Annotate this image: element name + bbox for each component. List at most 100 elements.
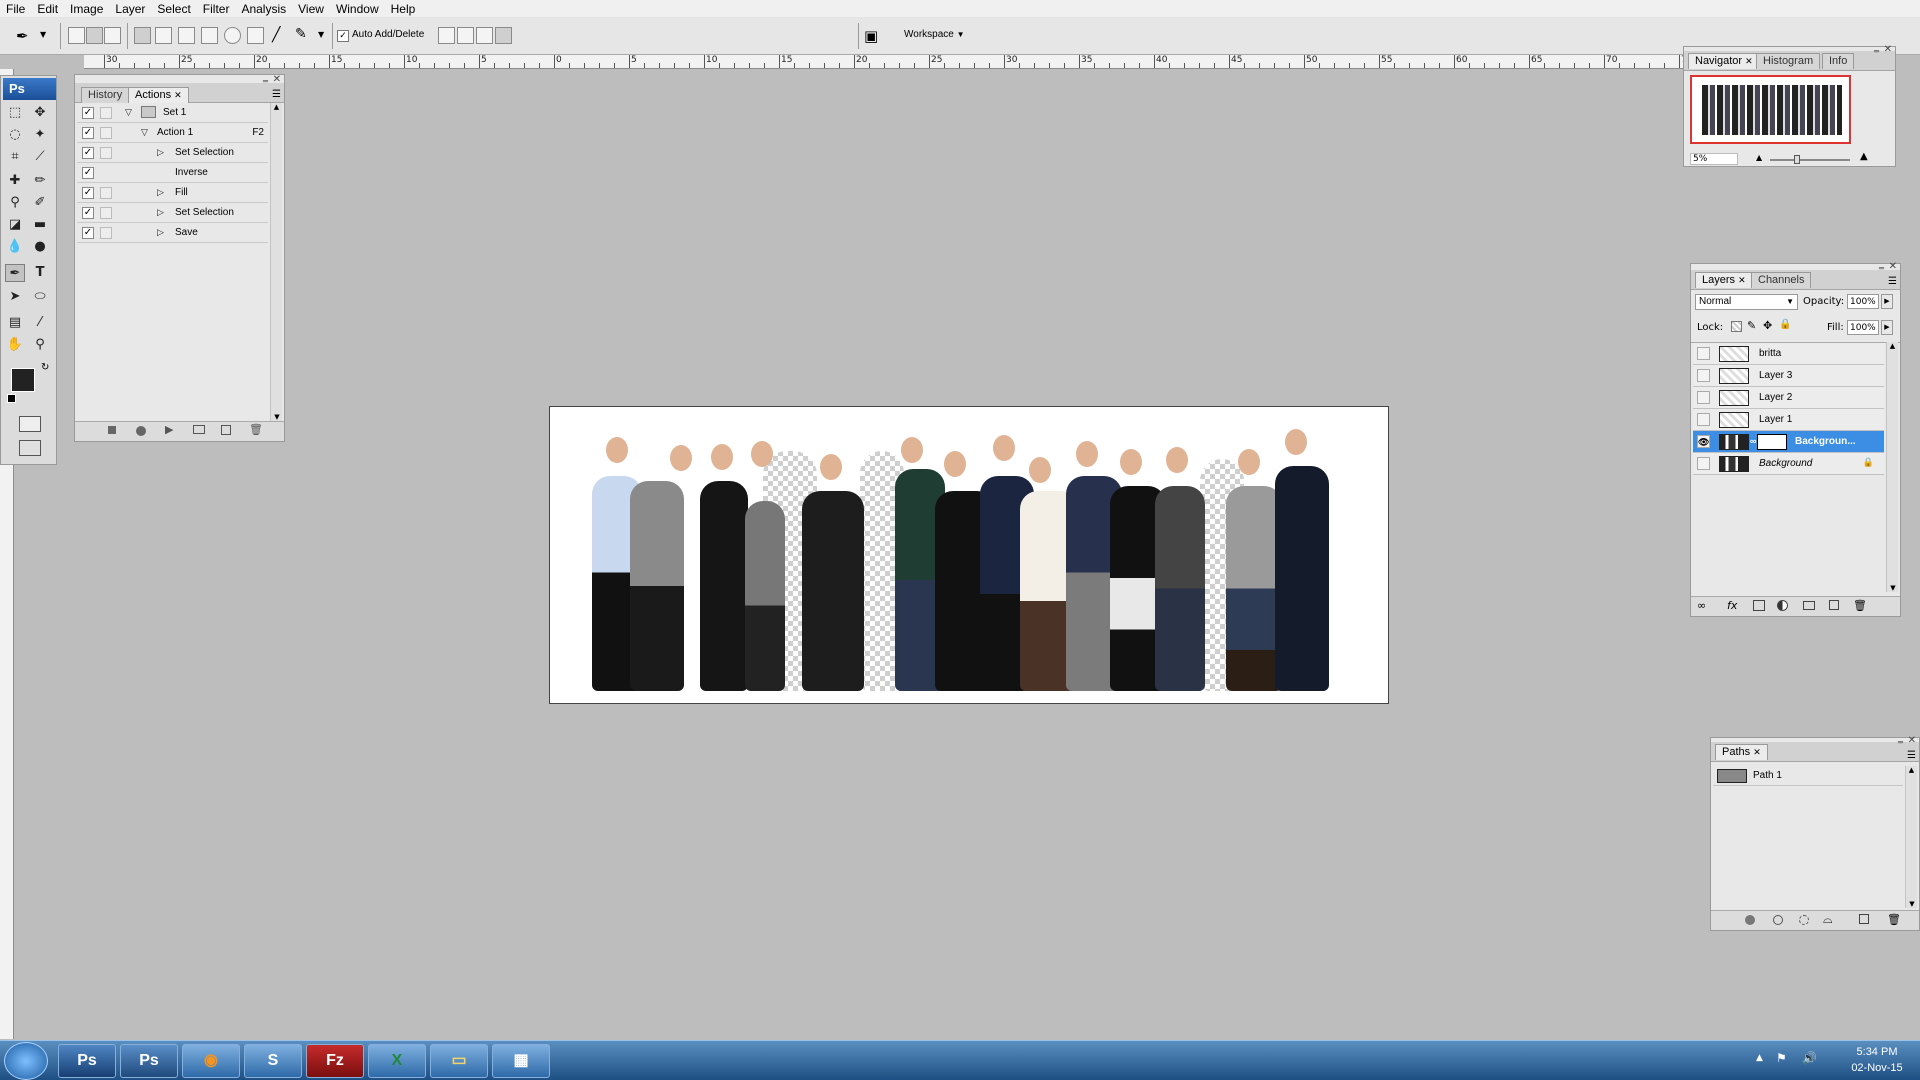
zoom-slider-handle[interactable] xyxy=(1794,155,1800,164)
lasso-tool-icon[interactable]: ◌ xyxy=(5,126,25,144)
new-set-icon[interactable] xyxy=(193,425,205,434)
fill-field[interactable]: 100% xyxy=(1847,320,1879,335)
pen-tool-button[interactable] xyxy=(134,27,151,44)
link-layers-icon[interactable]: ∞ xyxy=(1697,599,1706,612)
ellipse-shape-icon[interactable]: ⬭ xyxy=(30,288,50,306)
action-toggle-checkbox[interactable]: ✓ xyxy=(82,147,94,159)
action-toggle-checkbox[interactable]: ✓ xyxy=(82,187,94,199)
path-exclude-button[interactable] xyxy=(495,27,512,44)
paths-mode-button[interactable] xyxy=(86,27,103,44)
layer-row[interactable]: 👁 ∞ Backgroun... xyxy=(1693,431,1884,453)
tab-layers[interactable]: Layers ✕ xyxy=(1695,272,1753,288)
stroke-path-icon[interactable] xyxy=(1773,915,1783,925)
zoom-percentage-field[interactable]: 5% xyxy=(1690,153,1738,165)
menu-select[interactable]: Select xyxy=(151,2,196,16)
layer-row[interactable]: Background 🔒 xyxy=(1693,453,1884,475)
zoom-out-icon[interactable]: ▲ xyxy=(1756,153,1762,162)
new-action-icon[interactable] xyxy=(221,425,231,435)
dialog-toggle-box[interactable] xyxy=(100,147,112,159)
taskbar-app-firefox[interactable]: ◉ xyxy=(182,1044,240,1078)
action-row[interactable]: ✓ ▷ Save xyxy=(77,223,268,243)
record-icon[interactable] xyxy=(136,426,146,436)
expand-triangle-icon[interactable]: ▷ xyxy=(157,187,164,198)
expand-triangle-icon[interactable]: ▽ xyxy=(141,127,148,138)
action-toggle-checkbox[interactable]: ✓ xyxy=(82,167,94,179)
scroll-down-icon[interactable]: ▼ xyxy=(1887,584,1899,592)
expand-triangle-icon[interactable]: ▷ xyxy=(157,207,164,218)
healing-brush-icon[interactable]: ✚ xyxy=(5,172,25,190)
layer-row[interactable]: Layer 2 xyxy=(1693,387,1884,409)
tab-paths[interactable]: Paths ✕ xyxy=(1715,744,1768,760)
action-row[interactable]: ✓ ▽ Set 1 xyxy=(77,103,268,123)
marquee-tool-icon[interactable]: ⬚ xyxy=(5,104,25,122)
lock-all-icon[interactable]: 🔒 xyxy=(1779,319,1791,330)
custom-shape-icon[interactable]: ✎ xyxy=(295,26,307,42)
action-row[interactable]: ✓ Inverse xyxy=(77,163,268,183)
foreground-color-swatch[interactable] xyxy=(11,368,35,392)
close-icon[interactable]: ✕ xyxy=(1738,275,1746,285)
workspace-menu[interactable]: Workspace ▼ xyxy=(904,29,965,40)
fill-arrow-icon[interactable]: ▶ xyxy=(1881,320,1893,335)
pen-tool-preset-icon[interactable]: ✒ xyxy=(16,27,29,45)
preset-dropdown-icon[interactable]: ▼ xyxy=(40,30,46,39)
dialog-toggle-box[interactable] xyxy=(100,187,112,199)
volume-icon[interactable]: 🔊 xyxy=(1802,1051,1817,1065)
zoom-in-icon[interactable]: ▲ xyxy=(1860,151,1868,162)
rectangle-tool-button[interactable] xyxy=(178,27,195,44)
paths-scrollbar[interactable]: ▲ ▼ xyxy=(1905,766,1917,908)
lock-position-icon[interactable]: ✥ xyxy=(1763,319,1772,332)
scroll-up-icon[interactable]: ▲ xyxy=(1887,342,1898,350)
new-layer-icon[interactable] xyxy=(1829,600,1839,610)
minimize-icon[interactable]: ‗ xyxy=(1898,733,1903,744)
path-intersect-button[interactable] xyxy=(476,27,493,44)
taskbar-app-excel[interactable]: X xyxy=(368,1044,426,1078)
eraser-tool-icon[interactable]: ◪ xyxy=(5,216,25,234)
path-subtract-button[interactable] xyxy=(457,27,474,44)
close-panel-icon[interactable]: ✕ xyxy=(1884,44,1892,55)
visibility-toggle[interactable] xyxy=(1697,369,1710,382)
history-brush-icon[interactable]: ✐ xyxy=(30,194,50,212)
dodge-tool-icon[interactable]: ● xyxy=(30,238,50,256)
scroll-down-icon[interactable]: ▼ xyxy=(271,413,283,421)
dialog-toggle-box[interactable] xyxy=(100,107,112,119)
screen-mode-icon[interactable] xyxy=(19,440,41,456)
clone-stamp-icon[interactable]: ⚲ xyxy=(5,194,25,212)
adjustment-layer-icon[interactable] xyxy=(1777,600,1788,611)
dialog-toggle-box[interactable] xyxy=(100,207,112,219)
lock-image-icon[interactable]: ✎ xyxy=(1747,319,1756,332)
taskbar-app-explorer[interactable]: ▭ xyxy=(430,1044,488,1078)
action-toggle-checkbox[interactable]: ✓ xyxy=(82,127,94,139)
taskbar-app-filezilla[interactable]: Fz xyxy=(306,1044,364,1078)
path-add-button[interactable] xyxy=(438,27,455,44)
swap-colors-icon[interactable]: ↻ xyxy=(41,362,49,373)
pen-tool-icon[interactable]: ✒ xyxy=(5,264,25,282)
trash-icon[interactable]: 🗑 xyxy=(249,423,263,436)
notes-tool-icon[interactable]: ▤ xyxy=(5,314,25,332)
layer-row[interactable]: britta xyxy=(1693,343,1884,365)
minimize-icon[interactable]: ‗ xyxy=(263,72,268,83)
layer-mask-thumbnail[interactable] xyxy=(1757,434,1787,450)
minimize-icon[interactable]: ‗ xyxy=(1874,42,1879,53)
fill-pixels-button[interactable] xyxy=(104,27,121,44)
taskbar-app-calculator[interactable]: ▦ xyxy=(492,1044,550,1078)
close-panel-icon[interactable]: ✕ xyxy=(273,74,281,85)
fill-path-icon[interactable] xyxy=(1745,915,1755,925)
tab-info[interactable]: Info xyxy=(1822,53,1855,69)
dialog-toggle-box[interactable] xyxy=(100,127,112,139)
layer-row[interactable]: Layer 3 xyxy=(1693,365,1884,387)
panel-menu-icon[interactable]: ☰ xyxy=(272,89,281,100)
magic-wand-icon[interactable]: ✦ xyxy=(30,126,50,144)
taskbar-app-photoshop-1[interactable]: Ps xyxy=(58,1044,116,1078)
eye-icon[interactable]: 👁 xyxy=(1697,435,1710,448)
start-button[interactable] xyxy=(4,1042,48,1080)
action-row[interactable]: ✓ ▷ Set Selection xyxy=(77,143,268,163)
close-icon[interactable]: ✕ xyxy=(174,90,182,100)
opacity-arrow-icon[interactable]: ▶ xyxy=(1881,294,1893,309)
zoom-slider[interactable] xyxy=(1770,155,1850,164)
close-panel-icon[interactable]: ✕ xyxy=(1908,735,1916,746)
action-row[interactable]: ✓ ▷ Fill xyxy=(77,183,268,203)
show-hidden-icons-icon[interactable]: ▲ xyxy=(1756,1053,1763,1063)
tab-channels[interactable]: Channels xyxy=(1751,272,1812,288)
blend-mode-select[interactable]: Normal ▼ xyxy=(1695,294,1798,310)
close-icon[interactable]: ✕ xyxy=(1753,747,1761,757)
